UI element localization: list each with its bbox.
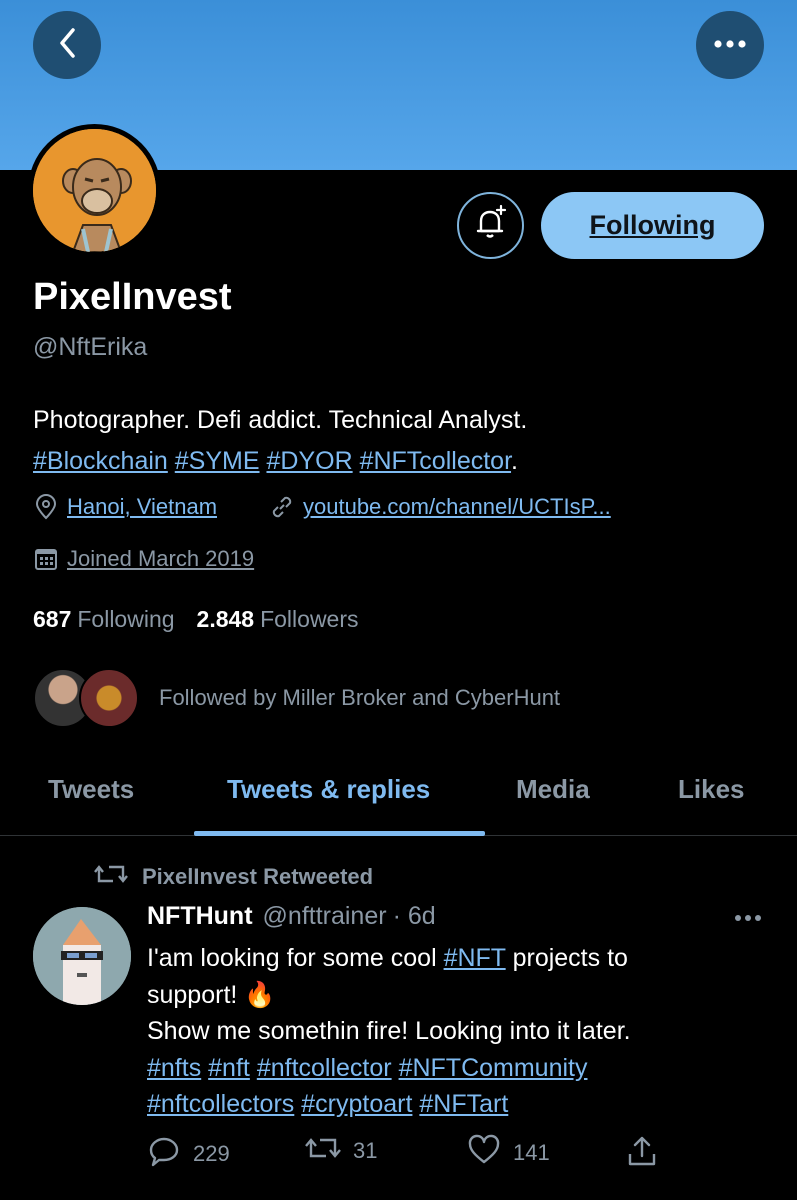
followers-stat[interactable]: 2.848 Followers <box>197 606 359 633</box>
reply-count: 229 <box>193 1141 230 1166</box>
tab-tweets-replies[interactable]: Tweets & replies <box>227 774 430 805</box>
hashtag-link[interactable]: #Blockchain <box>33 447 168 475</box>
tweet-header: NFTHunt @nfttrainer · 6d <box>147 902 436 931</box>
bio-period: . <box>511 447 518 475</box>
calendar-icon <box>33 546 59 572</box>
chevron-left-icon <box>56 26 78 65</box>
tweet-text-part: projects to <box>505 944 628 972</box>
hashtag-link[interactable]: #DYOR <box>266 447 352 475</box>
following-button[interactable]: Following <box>541 192 764 259</box>
hashtag-link[interactable]: #cryptoart <box>301 1090 412 1118</box>
tab-likes[interactable]: Likes <box>678 774 745 805</box>
bio-hashtags: #Blockchain #SYME #DYOR #NFTcollector. <box>33 441 773 482</box>
like-count: 141 <box>513 1140 550 1165</box>
notifications-bell-button[interactable] <box>457 192 524 259</box>
profile-bio: Photographer. Defi addict. Technical Ana… <box>33 400 773 482</box>
profile-avatar[interactable] <box>28 124 161 257</box>
hashtag-link[interactable]: #nftcollectors <box>147 1090 294 1118</box>
tweet-text-part: Show me somethin fire! Looking into it l… <box>147 1017 631 1045</box>
more-dots-icon <box>713 36 747 54</box>
tweet-author-name[interactable]: NFTHunt <box>147 902 253 931</box>
retweet-icon <box>305 1134 341 1168</box>
more-options-button[interactable] <box>696 11 764 79</box>
bio-text: Photographer. Defi addict. Technical Ana… <box>33 406 528 434</box>
following-count: 687 <box>33 606 72 632</box>
retweet-button[interactable]: 31 <box>305 1134 377 1168</box>
like-button[interactable]: 141 <box>467 1134 550 1172</box>
reply-button[interactable]: 229 <box>147 1134 230 1174</box>
tweet-time[interactable]: · 6d <box>393 902 436 931</box>
heart-icon <box>467 1134 501 1172</box>
following-label: Following <box>77 606 175 632</box>
hashtag-link[interactable]: #NFT <box>444 944 506 972</box>
retweet-indicator: PixelInvest Retweeted <box>94 862 373 892</box>
followers-label: Followers <box>260 606 359 632</box>
profile-handle: @NftErika <box>33 333 148 361</box>
profile-name: PixelInvest <box>33 276 232 318</box>
follower-avatar <box>79 668 139 728</box>
tweet-actions: 229 31 141 <box>147 1134 667 1174</box>
location-pin-icon <box>33 494 59 520</box>
hashtag-link[interactable]: #nfts <box>147 1054 201 1082</box>
tweet-text-part: support! <box>147 980 245 1009</box>
ape-avatar-image <box>33 129 156 252</box>
hashtag-link[interactable]: #SYME <box>175 447 260 475</box>
more-dots-icon <box>734 910 762 927</box>
location-link[interactable]: Hanoi, Vietnam <box>67 494 217 520</box>
followers-count: 2.848 <box>196 606 255 632</box>
retweet-count: 31 <box>353 1138 378 1163</box>
tweet-author-avatar[interactable] <box>33 907 131 1005</box>
followed-by-text: Followed by Miller Broker and CyberHunt <box>159 685 561 710</box>
hashtag-link[interactable]: #NFTcollector <box>360 447 511 475</box>
bell-plus-icon <box>471 203 511 248</box>
link-icon <box>269 494 295 520</box>
website-link[interactable]: youtube.com/channel/UCTIsP... <box>303 494 611 520</box>
fire-emoji: 🔥 <box>244 980 276 1009</box>
follow-stats: 687 Following 2.848 Followers <box>33 606 359 633</box>
tweet-author-handle[interactable]: @nfttrainer <box>263 902 387 931</box>
retweet-icon <box>94 862 128 892</box>
hashtag-link[interactable]: #NFTCommunity <box>399 1054 588 1082</box>
hashtag-link[interactable]: #nftcollector <box>257 1054 392 1082</box>
followed-by-row[interactable]: Followed by Miller Broker and CyberHunt <box>33 668 560 728</box>
back-button[interactable] <box>33 11 101 79</box>
profile-joined: Joined March 2019 <box>33 546 254 572</box>
tab-media[interactable]: Media <box>516 774 590 805</box>
tab-tweets[interactable]: Tweets <box>48 774 134 805</box>
reply-icon <box>147 1134 181 1174</box>
hashtag-link[interactable]: #NFTart <box>419 1090 508 1118</box>
tweet-more-button[interactable] <box>734 910 762 928</box>
tweet-text: I'am looking for some cool #NFT projects… <box>147 940 767 1123</box>
share-button[interactable] <box>625 1134 659 1174</box>
share-icon <box>625 1134 659 1174</box>
following-stat[interactable]: 687 Following <box>33 606 175 633</box>
joined-date: Joined March 2019 <box>67 546 255 571</box>
hashtag-link[interactable]: #nft <box>208 1054 250 1082</box>
profile-website: youtube.com/channel/UCTIsP... <box>269 494 611 520</box>
active-tab-indicator <box>194 831 485 836</box>
profile-tabs: Tweets Tweets & replies Media Likes <box>0 760 797 836</box>
retweet-label[interactable]: PixelInvest Retweeted <box>142 864 373 890</box>
profile-location: Hanoi, Vietnam <box>33 494 217 520</box>
tweet-text-part: I'am looking for some cool <box>147 944 444 972</box>
